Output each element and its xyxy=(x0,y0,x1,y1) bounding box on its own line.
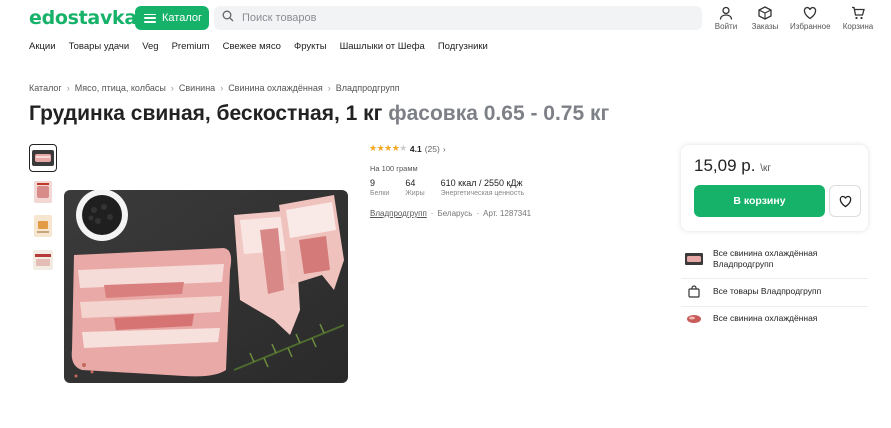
review-count: (25) xyxy=(424,143,440,154)
label-thumb-icon xyxy=(33,250,53,270)
product-title: Грудинка свиная, бескостная, 1 кг xyxy=(29,102,383,125)
rating-value: 4.1 xyxy=(409,143,422,154)
nutrition-value: 9 xyxy=(370,178,376,188)
price-value: 15,09 р. xyxy=(694,156,756,175)
thumbnail[interactable] xyxy=(29,212,57,240)
meat-icon xyxy=(685,314,703,324)
login-button[interactable]: Войти xyxy=(706,6,746,31)
cart-button[interactable]: Корзина xyxy=(838,6,878,31)
nutrition-value: 64 xyxy=(405,178,416,188)
breadcrumb-item[interactable]: Свинина охлаждённая xyxy=(228,83,323,93)
pack-size: фасовка 0.65 - 0.75 кг xyxy=(388,102,610,125)
breadcrumb-item[interactable]: Мясо, птица, колбасы xyxy=(75,83,166,93)
per100-label: На 100 грамм xyxy=(370,164,418,173)
related-link[interactable]: Все свинина охлаждённая xyxy=(681,307,868,332)
heart-icon xyxy=(839,195,851,207)
nutrition-item: 64 Жиры xyxy=(405,178,424,197)
nav-item[interactable]: Фрукты xyxy=(294,41,327,52)
buy-card: 15,09 р. \кг В корзину xyxy=(681,145,868,231)
nutrition-value: 610 ккал / 2550 кДж xyxy=(440,178,523,188)
product-image[interactable] xyxy=(64,190,348,383)
nav-item[interactable]: Veg xyxy=(142,41,158,52)
add-to-cart-button[interactable]: В корзину xyxy=(694,185,825,217)
search-input[interactable] xyxy=(242,12,682,24)
breadcrumb-item[interactable]: Владпродгрупп xyxy=(336,83,400,93)
login-label: Войти xyxy=(714,22,738,31)
chevron-right-icon: › xyxy=(220,83,224,93)
nutrition-label: Белки xyxy=(370,190,390,197)
thumbnail-list xyxy=(29,144,57,280)
thumbnail[interactable] xyxy=(29,144,57,172)
search-bar[interactable] xyxy=(214,6,702,30)
nav-item[interactable]: Товары удачи xyxy=(69,41,130,52)
nav-item[interactable]: Шашлыки от Шефа xyxy=(340,41,425,52)
chevron-right-icon: › xyxy=(442,143,446,154)
breadcrumb: Каталог › Мясо, птица, колбасы › Свинина… xyxy=(29,83,400,93)
menu-icon xyxy=(144,13,156,23)
bag-icon xyxy=(685,285,703,298)
breadcrumb-item[interactable]: Каталог xyxy=(29,83,62,93)
related-link[interactable]: Все товары Владпродгрупп xyxy=(681,279,868,307)
meat-thumb-icon xyxy=(685,253,703,265)
nav-item[interactable]: Свежее мясо xyxy=(223,41,281,52)
orders-button[interactable]: Заказы xyxy=(745,6,785,31)
brand-link[interactable]: Владпродгрупп xyxy=(370,209,427,218)
chevron-right-icon: › xyxy=(66,83,70,93)
country: Беларусь xyxy=(437,209,473,218)
related-link-label: Все свинина охлаждённая xyxy=(713,313,818,323)
nav-item[interactable]: Premium xyxy=(172,41,210,52)
label-thumb-icon xyxy=(34,215,52,237)
cart-label: Корзина xyxy=(842,22,874,31)
price: 15,09 р. \кг xyxy=(694,156,771,176)
related-link-label: Все товары Владпродгрупп xyxy=(713,286,822,296)
top-nav: Акции Товары удачи Veg Premium Свежее мя… xyxy=(29,41,488,52)
favorites-label: Избранное xyxy=(790,22,831,31)
rating[interactable]: ★★★★★ 4.1 (25) › xyxy=(369,143,446,154)
nav-item[interactable]: Акции xyxy=(29,41,56,52)
thumbnail[interactable] xyxy=(29,178,57,206)
related-link[interactable]: Все свинина охлаждённая Владпродгрупп xyxy=(681,242,868,279)
add-to-favorites-button[interactable] xyxy=(829,185,861,217)
user-icon xyxy=(719,6,733,20)
nutrition-facts: 9 Белки 64 Жиры 610 ккал / 2550 кДж Энер… xyxy=(370,178,524,197)
related-links: Все свинина охлаждённая Владпродгрупп Вс… xyxy=(681,242,868,332)
heart-icon xyxy=(803,6,817,20)
product-meta: Владпродгрупп · Беларусь · Арт. 1287341 xyxy=(370,209,532,218)
cart-icon xyxy=(852,6,865,20)
box-icon xyxy=(758,6,772,20)
catalog-button[interactable]: Каталог xyxy=(135,6,209,30)
breadcrumb-item[interactable]: Свинина xyxy=(179,83,215,93)
related-link-label: Все свинина охлаждённая Владпродгрупп xyxy=(713,248,818,269)
package-thumb-icon xyxy=(34,181,52,203)
meat-thumb-icon xyxy=(32,150,54,166)
thumbnail[interactable] xyxy=(29,246,57,274)
logo[interactable]: edostavka xyxy=(29,7,137,29)
article-number: Арт. 1287341 xyxy=(483,209,532,218)
chevron-right-icon: › xyxy=(327,83,331,93)
favorites-button[interactable]: Избранное xyxy=(790,6,831,31)
catalog-label: Каталог xyxy=(162,12,202,24)
chevron-right-icon: › xyxy=(170,83,174,93)
nutrition-label: Энергетическая ценность xyxy=(440,190,525,197)
search-icon xyxy=(222,9,234,27)
price-unit: \кг xyxy=(760,163,771,174)
nutrition-item: 610 ккал / 2550 кДж Энергетическая ценно… xyxy=(441,178,525,197)
nav-item[interactable]: Подгузники xyxy=(438,41,488,52)
page-title: Грудинка свиная, бескостная, 1 кг фасовк… xyxy=(29,102,609,126)
nutrition-item: 9 Белки xyxy=(370,178,389,197)
nutrition-label: Жиры xyxy=(405,190,425,197)
rating-stars: ★★★★★ xyxy=(369,143,407,153)
orders-label: Заказы xyxy=(751,22,779,31)
